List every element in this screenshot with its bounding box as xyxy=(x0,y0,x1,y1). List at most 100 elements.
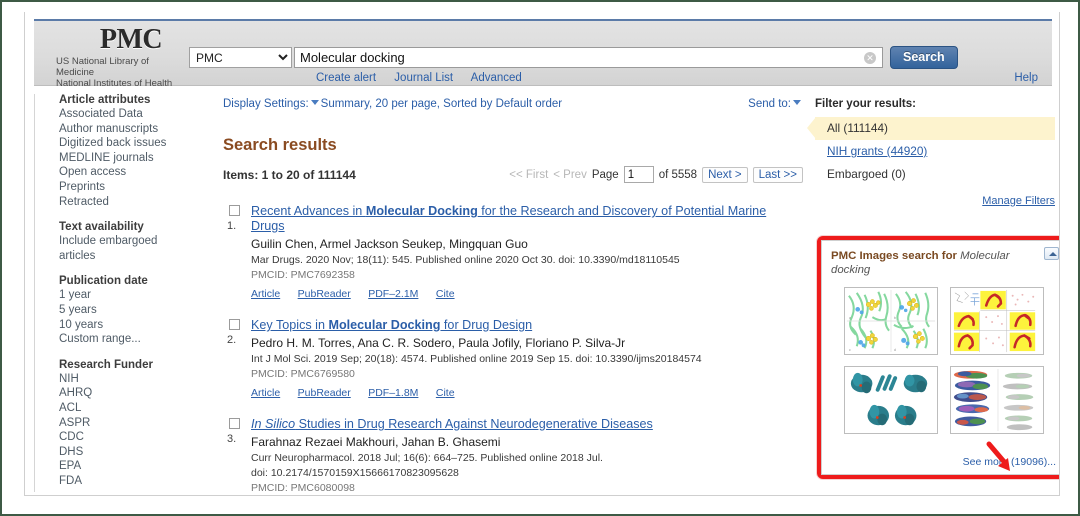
result-cite-link-1[interactable]: Cite xyxy=(436,288,455,300)
teal-protein-surface-icon xyxy=(844,367,937,433)
pmc-logo-text: PMC xyxy=(99,24,163,55)
pmc-images-portlet: PMC Images search for Molecular docking xyxy=(817,236,1059,479)
result-title-highlight-2: Molecular Docking xyxy=(328,318,441,332)
pager-last-button[interactable]: Last >> xyxy=(752,166,803,183)
image-thumbnail-3[interactable] xyxy=(843,366,938,434)
sidebar-item-1-year[interactable]: 1 year xyxy=(59,288,194,303)
result-links-1: Article PubReader PDF–2.1M Cite xyxy=(251,284,803,302)
pmc-images-title: PMC Images search for Molecular docking xyxy=(831,249,1056,277)
result-title-link-3[interactable]: In Silico Studies in Drug Research Again… xyxy=(251,417,803,432)
see-more-images-link[interactable]: See more (19096)... xyxy=(963,456,1056,468)
create-alert-link[interactable]: Create alert xyxy=(316,72,376,84)
site-header: PMC US National Library of Medicine Nati… xyxy=(34,19,1052,90)
filter-embargoed[interactable]: Embargoed (0) xyxy=(815,163,1055,186)
svg-text:b: b xyxy=(893,315,895,320)
image-thumbnail-2[interactable] xyxy=(949,287,1044,355)
result-title-link-1[interactable]: Recent Advances in Molecular Docking for… xyxy=(251,204,803,234)
yellow-highlight-panels-icon xyxy=(950,288,1043,354)
sidebar-item-digitized-back-issues[interactable]: Digitized back issues xyxy=(59,136,194,151)
sidebar-item-aspr[interactable]: ASPR xyxy=(59,416,194,431)
sidebar-item-10-years[interactable]: 10 years xyxy=(59,318,194,333)
manage-filters-link[interactable]: Manage Filters xyxy=(982,195,1055,207)
sidebar-item-fda[interactable]: FDA xyxy=(59,474,194,489)
sidebar-item-open-access[interactable]: Open access xyxy=(59,165,194,180)
result-title-pre-2: Key Topics in xyxy=(251,318,329,332)
result-item-2: 2. Key Topics in Molecular Docking for D… xyxy=(223,318,803,401)
result-title-highlight-1: Molecular Docking xyxy=(365,204,478,218)
search-input[interactable] xyxy=(295,48,855,67)
filter-nih-grants[interactable]: NIH grants (44920) xyxy=(815,140,1055,163)
send-to-label: Send to: xyxy=(748,98,791,110)
result-title-pre-1: Recent Advances in xyxy=(251,204,366,218)
chevron-down-icon[interactable] xyxy=(310,100,319,105)
result-citation-doi-3: doi: 10.2174/1570159X15666170823095628 xyxy=(251,467,459,479)
results-list: 1. Recent Advances in Molecular Docking … xyxy=(223,204,803,495)
result-authors-2: Pedro H. M. Torres, Ana C. R. Sodero, Pa… xyxy=(251,336,626,350)
send-to-button[interactable]: Send to: xyxy=(748,98,803,110)
logo-sub-line-1: US National Library of xyxy=(56,56,149,67)
result-pdf-link-2[interactable]: PDF–1.8M xyxy=(368,387,418,399)
database-select[interactable]: PMC xyxy=(189,47,292,68)
results-column: Display Settings: Summary, 20 per page, S… xyxy=(223,98,803,495)
result-pmcid-3: PMCID: PMC6080098 xyxy=(251,482,355,494)
sidebar-item-5-years[interactable]: 5 years xyxy=(59,303,194,318)
sidebar-item-acl[interactable]: ACL xyxy=(59,401,194,416)
clear-search-icon[interactable]: ✕ xyxy=(864,52,876,64)
sidebar-item-dhs[interactable]: DHS xyxy=(59,445,194,460)
sidebar-item-nih[interactable]: NIH xyxy=(59,372,194,387)
display-settings-row: Display Settings: Summary, 20 per page, S… xyxy=(223,98,803,116)
pager-next-button[interactable]: Next > xyxy=(702,166,748,183)
advanced-link[interactable]: Advanced xyxy=(471,72,522,84)
result-citation-3: Curr Neuropharmacol. 2018 Jul; 16(6): 66… xyxy=(251,452,603,464)
sidebar-item-ahrq[interactable]: AHRQ xyxy=(59,386,194,401)
pmc-images-thumbnail-grid: ab cd xyxy=(831,287,1056,434)
journal-list-link[interactable]: Journal List xyxy=(394,72,453,84)
filter-nih-grants-link[interactable]: NIH grants (44920) xyxy=(827,144,927,158)
result-title-italic-3: In Silico xyxy=(251,417,296,431)
result-cite-link-2[interactable]: Cite xyxy=(436,387,455,399)
multicolor-density-strips-icon xyxy=(950,367,1043,433)
sidebar-item-author-manuscripts[interactable]: Author manuscripts xyxy=(59,122,194,137)
sidebar-item-retracted[interactable]: Retracted xyxy=(59,195,194,210)
search-button[interactable]: Search xyxy=(890,46,958,69)
chevron-up-icon[interactable] xyxy=(1044,247,1059,260)
sidebar-item-cdc[interactable]: CDC xyxy=(59,430,194,445)
logo-sub-line-3: National Institutes of Health xyxy=(56,78,173,89)
result-checkbox-1[interactable] xyxy=(229,205,240,216)
chevron-down-icon-send-to xyxy=(793,100,801,105)
result-title-post-2: for Drug Design xyxy=(440,318,533,332)
filter-all[interactable]: All (111144) xyxy=(807,117,1055,140)
pmc-logo[interactable]: PMC US National Library of Medicine Nati… xyxy=(56,24,206,90)
image-thumbnail-1[interactable]: ab cd xyxy=(843,287,938,355)
sidebar-item-associated-data[interactable]: Associated Data xyxy=(59,107,194,122)
result-pdf-link-1[interactable]: PDF–2.1M xyxy=(368,288,418,300)
result-citation-1: Mar Drugs. 2020 Nov; 18(11): 545. Publis… xyxy=(251,254,680,266)
result-pubreader-link-2[interactable]: PubReader xyxy=(298,387,351,399)
image-thumbnail-4[interactable] xyxy=(949,366,1044,434)
sidebar-item-include-embargoed[interactable]: Include embargoed articles xyxy=(59,234,194,263)
result-article-link-2[interactable]: Article xyxy=(251,387,280,399)
pmc-images-title-pre: PMC Images search for xyxy=(831,250,961,262)
screenshot-frame: PMC US National Library of Medicine Nati… xyxy=(0,0,1080,516)
display-settings-value[interactable]: Summary, 20 per page, Sorted by Default … xyxy=(321,98,562,110)
sidebar-item-preprints[interactable]: Preprints xyxy=(59,180,194,195)
result-article-link-1[interactable]: Article xyxy=(251,288,280,300)
sidebar-item-epa[interactable]: EPA xyxy=(59,459,194,474)
result-number-3: 3. xyxy=(227,433,237,445)
pager-first: << First xyxy=(509,168,549,181)
display-settings-label[interactable]: Display Settings: xyxy=(223,98,309,110)
result-checkbox-2[interactable] xyxy=(229,319,240,330)
result-item-1: 1. Recent Advances in Molecular Docking … xyxy=(223,204,803,302)
header-links: Create alert Journal List Advanced xyxy=(316,72,537,84)
pager-page-input[interactable] xyxy=(623,166,654,183)
result-title-link-2[interactable]: Key Topics in Molecular Docking for Drug… xyxy=(251,318,803,333)
svg-text:d: d xyxy=(893,347,895,352)
facet-group-title-text-availability: Text availability xyxy=(59,221,144,234)
help-link[interactable]: Help xyxy=(1014,72,1038,84)
result-pubreader-link-1[interactable]: PubReader xyxy=(298,288,351,300)
sidebar-item-custom-range[interactable]: Custom range... xyxy=(59,332,194,347)
search-field-wrapper: ✕ xyxy=(294,47,883,68)
result-pmcid-1: PMCID: PMC7692358 xyxy=(251,269,355,281)
sidebar-item-medline-journals[interactable]: MEDLINE journals xyxy=(59,151,194,166)
result-checkbox-3[interactable] xyxy=(229,418,240,429)
